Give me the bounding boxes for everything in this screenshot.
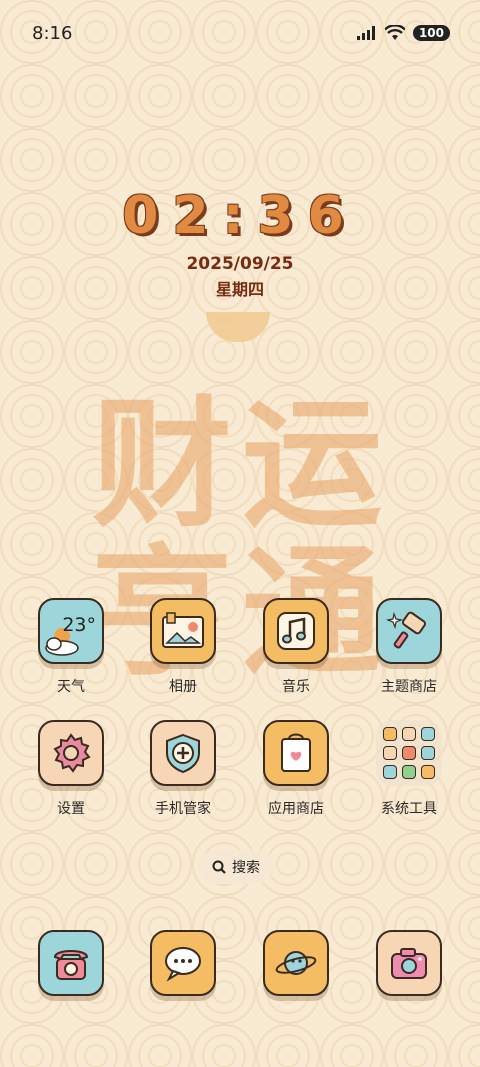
- security-icon: [150, 720, 216, 786]
- app-theme-store[interactable]: 主题商店: [361, 598, 457, 696]
- app-weather[interactable]: 23° 天气: [23, 598, 119, 696]
- mini-app-icon: [383, 746, 397, 760]
- mini-app-icon: [383, 727, 397, 741]
- battery-indicator: 100: [412, 25, 450, 41]
- gold-ingot-decoration: [206, 312, 270, 342]
- weather-icon: 23°: [38, 598, 104, 664]
- app-label: 音乐: [282, 679, 310, 695]
- music-icon: [263, 598, 329, 664]
- gallery-icon: [150, 598, 216, 664]
- app-label: 应用商店: [268, 801, 324, 817]
- app-phone-manager[interactable]: 手机管家: [135, 720, 231, 818]
- app-music[interactable]: 音乐: [248, 598, 344, 696]
- mini-app-icon: [402, 765, 416, 779]
- folder-icon: [376, 720, 442, 786]
- mini-app-icon: [421, 727, 435, 741]
- mini-app-icon: [421, 746, 435, 760]
- app-gallery[interactable]: 相册: [135, 598, 231, 696]
- clock-date: 2025/09/25: [186, 254, 294, 274]
- message-icon: [150, 930, 216, 996]
- app-label: 天气: [57, 679, 85, 695]
- browser-icon: [263, 930, 329, 996]
- clock-time[interactable]: 02:36: [0, 186, 480, 246]
- mini-app-icon: [402, 746, 416, 760]
- status-bar: 8:16 100: [0, 0, 480, 66]
- folder-system-tools[interactable]: 系统工具: [361, 720, 457, 818]
- signal-icon: [356, 26, 375, 40]
- status-time: 8:16: [32, 22, 73, 44]
- app-settings[interactable]: 设置: [23, 720, 119, 818]
- dock-messages[interactable]: [135, 930, 231, 996]
- camera-icon: [376, 930, 442, 996]
- app-label: 设置: [57, 801, 85, 817]
- search-button[interactable]: 搜索: [198, 850, 274, 884]
- search-icon: [212, 860, 226, 874]
- clock-weekday: 星期四: [215, 280, 264, 299]
- app-label: 系统工具: [381, 801, 437, 817]
- mini-app-icon: [402, 727, 416, 741]
- dock-camera[interactable]: [361, 930, 457, 996]
- mini-app-icon: [383, 765, 397, 779]
- dock-browser[interactable]: [248, 930, 344, 996]
- phone-icon: [38, 930, 104, 996]
- app-label: 相册: [169, 679, 197, 695]
- app-label: 主题商店: [381, 679, 437, 695]
- app-app-store[interactable]: 应用商店: [248, 720, 344, 818]
- mini-app-icon: [421, 765, 435, 779]
- app-label: 手机管家: [155, 801, 211, 817]
- status-icons: 100: [356, 25, 450, 41]
- gear-icon: [38, 720, 104, 786]
- theme-store-icon: [376, 598, 442, 664]
- search-label: 搜索: [232, 860, 260, 876]
- wifi-icon: [384, 25, 405, 40]
- dock-phone[interactable]: [23, 930, 119, 996]
- app-store-icon: [263, 720, 329, 786]
- weather-temp: 23°: [62, 614, 96, 636]
